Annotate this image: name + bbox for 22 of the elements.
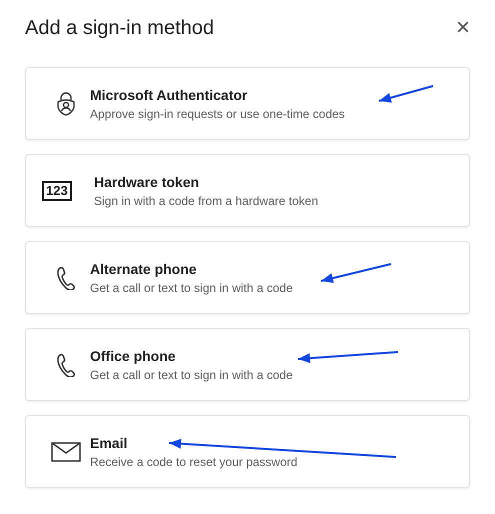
method-description: Get a call or text to sign in with a code: [90, 366, 293, 384]
method-description: Receive a code to reset your password: [90, 454, 298, 470]
method-card[interactable]: 123 Hardware token Sign in with a code from a hardware token: [25, 154, 470, 227]
close-button[interactable]: ×: [452, 16, 474, 40]
dialog-title: Add a sign-in method: [25, 16, 214, 41]
method-card[interactable]: Office phone Get a call or text to sign in with a code: [25, 328, 470, 401]
method-card[interactable]: Microsoft Authenticator Approve sign-in requests or use one-time codes: [25, 67, 470, 140]
method-description: Get a call or text to sign in with a code: [90, 280, 293, 296]
method-description: Approve sign-in requests or use one-time codes: [90, 106, 345, 122]
method-description: Sign in with a code from a hardware token: [94, 192, 318, 210]
method-card[interactable]: Alternate phone Get a call or text to sign in with a code: [25, 241, 470, 314]
phone-icon: [56, 266, 76, 290]
envelope-icon: [51, 442, 81, 462]
number-badge-icon: 123: [42, 180, 72, 200]
method-title: Microsoft Authenticator: [90, 86, 248, 104]
method-title: Email: [90, 434, 128, 452]
phone-icon: [56, 352, 76, 376]
method-title: Alternate phone: [90, 260, 198, 278]
method-title: Office phone: [90, 346, 177, 366]
method-title: Hardware token: [94, 172, 200, 192]
method-card[interactable]: Email Receive a code to reset your password: [25, 415, 470, 488]
lock-person-icon: [56, 92, 76, 116]
